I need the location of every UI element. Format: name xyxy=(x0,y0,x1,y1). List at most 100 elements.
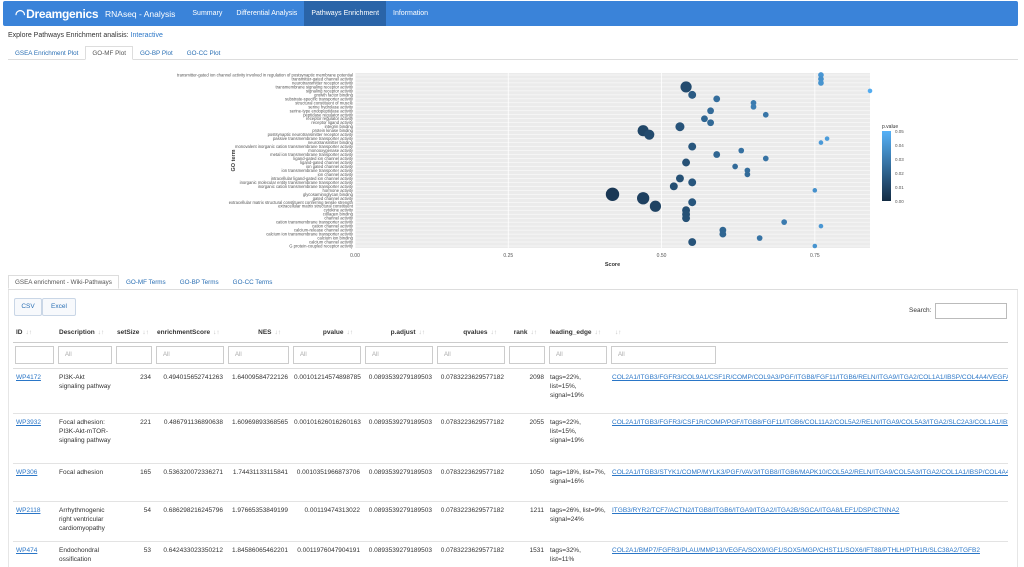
row-id-link[interactable]: WP3932 xyxy=(16,419,41,426)
data-point[interactable] xyxy=(688,178,697,187)
data-point[interactable] xyxy=(707,119,714,127)
filter-input-pvalue[interactable]: All xyxy=(293,346,361,364)
col-header-core-genes[interactable]: ↓↑ xyxy=(609,324,1008,343)
data-point[interactable] xyxy=(637,192,650,205)
data-point[interactable] xyxy=(680,81,692,93)
filter-input-nes[interactable]: All xyxy=(228,346,289,364)
tab-gsea-wiki-pathways[interactable]: GSEA enrichment - Wiki-Pathways xyxy=(8,275,119,289)
data-point[interactable] xyxy=(644,129,655,140)
data-point[interactable] xyxy=(812,188,818,193)
row-nes: 1.60969893368565 xyxy=(231,418,288,426)
table-row[interactable]: WP474 Endochondral ossification 53 0.642433… xyxy=(13,541,1008,567)
x-tick-label: 0.75 xyxy=(810,253,820,259)
tab-go-cc-plot[interactable]: GO-CC Plot xyxy=(180,46,228,60)
nav-pathways-enrichment[interactable]: Pathways Enrichment xyxy=(304,1,387,26)
tab-go-bp-plot[interactable]: GO-BP Plot xyxy=(133,46,180,60)
interactive-link[interactable]: Interactive xyxy=(131,32,163,39)
data-point[interactable] xyxy=(812,243,818,249)
data-point[interactable] xyxy=(818,223,824,229)
data-point[interactable] xyxy=(818,80,824,86)
data-point[interactable] xyxy=(867,88,873,94)
filter-input-id[interactable] xyxy=(15,346,54,364)
row-core-genes-link[interactable]: ITGB3/RYR2/TCF7/ACTN2/ITGB8/ITGB6/ITGA9/… xyxy=(612,507,899,514)
row-id-link[interactable]: WP306 xyxy=(16,469,37,476)
row-p-adjust: 0.0893539279189503 xyxy=(368,506,432,514)
data-point[interactable] xyxy=(688,238,697,246)
col-header-enrichmentscore[interactable]: enrichmentScore ↓↑ xyxy=(154,324,226,343)
col-header-pvalue[interactable]: pvalue ↓↑ xyxy=(291,324,363,343)
col-header-p-adjust[interactable]: p.adjust ↓↑ xyxy=(363,324,435,343)
data-point[interactable] xyxy=(762,111,769,118)
row-id-link[interactable]: WP474 xyxy=(16,547,37,554)
tab-gsea-enrichment-plot[interactable]: GSEA Enrichment Plot xyxy=(8,46,85,60)
table-row[interactable]: WP2118 Arrhythmogenic right ventricular c… xyxy=(13,501,1008,542)
data-point[interactable] xyxy=(762,155,769,162)
row-core-genes-link[interactable]: COL2A1/BMP7/FGFR3/PLAU/MMP13/VEGFA/SOX9/… xyxy=(612,547,980,554)
table-row[interactable]: WP306 Focal adhesion 165 0.536320072336271 1… xyxy=(13,463,1008,502)
row-id-link[interactable]: WP2118 xyxy=(16,507,40,514)
nav-summary[interactable]: Summary xyxy=(185,1,229,26)
filter-input-core-genes[interactable]: All xyxy=(611,346,716,364)
tab-go-cc-terms[interactable]: GO-CC Terms xyxy=(226,275,280,289)
excel-button[interactable]: Excel xyxy=(42,298,76,316)
data-point[interactable] xyxy=(688,90,697,99)
data-point[interactable] xyxy=(688,198,697,207)
search-input[interactable] xyxy=(935,303,1007,319)
row-pvalue: 0.00101626016260163 xyxy=(294,418,361,426)
filter-input-qvalues[interactable]: All xyxy=(437,346,505,364)
table-row[interactable]: WP4172 PI3K-Akt signaling pathway 234 0.494… xyxy=(13,368,1008,414)
col-header-nes[interactable]: NES ↓↑ xyxy=(226,324,291,343)
filter-input-enrichmentscore[interactable]: All xyxy=(156,346,224,364)
data-point[interactable] xyxy=(713,95,721,103)
col-header-setsize[interactable]: setSize ↓↑ xyxy=(114,324,154,343)
row-leading-edge-cell: tags=32%, list=11% xyxy=(547,541,609,567)
tab-go-mf-terms[interactable]: GO-MF Terms xyxy=(119,275,173,289)
row-core-genes-link[interactable]: COL2A1/ITGB3/STYK1/COMP/MYLK3/PGF/VAV3/I… xyxy=(612,469,1008,476)
data-point[interactable] xyxy=(744,171,751,178)
col-header-rank[interactable]: rank ↓↑ xyxy=(507,324,547,343)
filter-input-p-adjust[interactable]: All xyxy=(365,346,433,364)
filter-input-leading-edge[interactable]: All xyxy=(549,346,607,364)
data-point[interactable] xyxy=(688,142,697,151)
row-p-adjust-cell: 0.0893539279189503 xyxy=(363,541,435,567)
data-point[interactable] xyxy=(781,219,788,225)
csv-button[interactable]: CSV xyxy=(14,298,42,316)
data-point[interactable] xyxy=(756,235,763,241)
nav-information[interactable]: Information xyxy=(386,1,435,26)
filter-input-description[interactable]: All xyxy=(58,346,112,364)
legend-colorbar xyxy=(882,131,891,201)
row-id-link[interactable]: WP4172 xyxy=(16,374,41,381)
sort-icon: ↓↑ xyxy=(346,329,354,337)
data-point[interactable] xyxy=(682,214,691,223)
data-point[interactable] xyxy=(649,200,662,212)
table-row[interactable]: WP3932 Focal adhesion: PI3K-Akt-mTOR-sign… xyxy=(13,413,1008,464)
row-nes-cell: 1.74431133115841 xyxy=(226,463,291,502)
col-header-leading-edge[interactable]: leading_edge ↓↑ xyxy=(547,324,609,343)
data-point[interactable] xyxy=(675,174,684,183)
data-point[interactable] xyxy=(750,103,757,110)
data-point[interactable] xyxy=(824,136,830,141)
data-point[interactable] xyxy=(719,230,727,238)
data-point[interactable] xyxy=(738,147,745,154)
tab-go-bp-terms[interactable]: GO-BP Terms xyxy=(173,275,226,289)
col-header-id[interactable]: ID ↓↑ xyxy=(13,324,56,343)
data-point[interactable] xyxy=(682,158,691,167)
nav-differential-analysis[interactable]: Differential Analysis xyxy=(229,1,304,26)
tab-go-mf-plot[interactable]: GO-MF Plot xyxy=(85,46,133,60)
brand-logo[interactable]: ◠ Dreamgenics xyxy=(3,7,105,21)
row-core-genes-link[interactable]: COL2A1/ITGB3/FGFR3/COL9A1/CSF1R/COMP/COL… xyxy=(612,374,1008,381)
filter-input-rank[interactable] xyxy=(509,346,545,364)
col-header-qvalues[interactable]: qvalues ↓↑ xyxy=(435,324,507,343)
sort-icon: ↓↑ xyxy=(615,329,622,337)
data-point[interactable] xyxy=(669,182,678,191)
data-point[interactable] xyxy=(818,140,824,145)
data-point[interactable] xyxy=(732,163,738,170)
data-point[interactable] xyxy=(701,115,708,123)
col-header-description[interactable]: Description ↓↑ xyxy=(56,324,114,343)
data-point[interactable] xyxy=(675,122,685,132)
row-core-genes-link[interactable]: COL2A1/ITGB3/FGFR3/CSF1R/COMP/PGF/ITGB8/… xyxy=(612,419,1008,426)
data-point[interactable] xyxy=(713,151,721,158)
filter-input-setsize[interactable] xyxy=(116,346,152,364)
data-point[interactable] xyxy=(605,187,620,202)
data-point[interactable] xyxy=(707,107,714,115)
